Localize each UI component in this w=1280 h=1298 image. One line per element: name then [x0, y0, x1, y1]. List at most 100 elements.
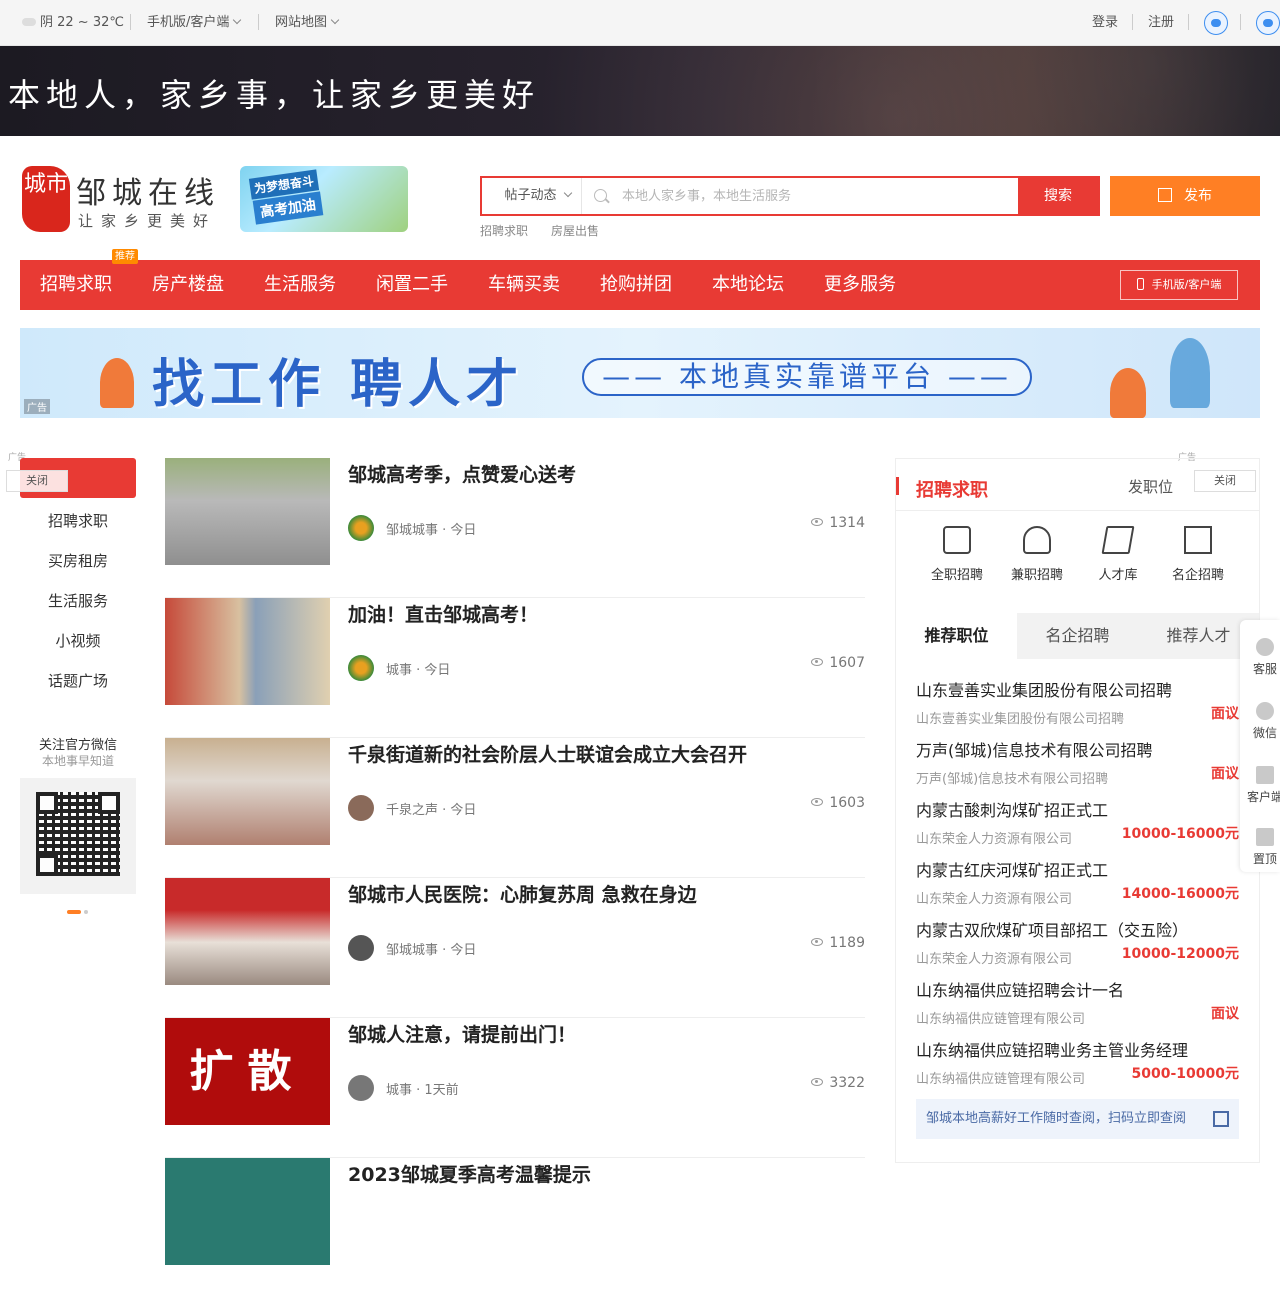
panel-title: 招聘求职 [916, 480, 988, 501]
login-link[interactable]: 登录 [1092, 14, 1118, 32]
qr-code-icon [1256, 766, 1274, 784]
search-box: 帖子动态 搜索 [480, 176, 1100, 216]
view-count: 1603 [811, 795, 865, 811]
job-item[interactable]: 内蒙古酸刺沟煤矿招正式工 山东荣金人力资源有限公司 10000-16000元 [916, 797, 1239, 847]
hot-search-link[interactable]: 房屋出售 [551, 222, 599, 239]
post-meta: 邹城城事 · 今日 [386, 523, 477, 538]
carousel-dots[interactable] [67, 899, 91, 918]
category-talent[interactable]: 人才库 [1078, 526, 1158, 583]
eye-icon [811, 798, 824, 806]
graduation-cap-icon [1101, 526, 1135, 554]
nav-item-groupbuy[interactable]: 抢购拼团 [600, 260, 672, 310]
chevron-down-icon [330, 15, 340, 25]
back-to-top-button[interactable]: 置顶 [1240, 828, 1280, 867]
close-ad-button[interactable]: 关闭 [6, 470, 68, 492]
headset-icon [1256, 638, 1274, 656]
logo-seal: 城市 [22, 166, 70, 232]
nav-item-life[interactable]: 生活服务 [264, 260, 336, 310]
post-title[interactable]: 邹城人注意，请提前出门！ [348, 1020, 576, 1047]
building-icon [1184, 526, 1212, 554]
nav-item-jobs[interactable]: 招聘求职 [40, 260, 112, 310]
eye-icon [811, 1078, 824, 1086]
user-clock-icon [1023, 526, 1051, 554]
search-button[interactable]: 搜索 [1018, 178, 1098, 214]
site-logo[interactable]: 城市 邹城在线 让家乡更美好 [22, 164, 222, 236]
post-title[interactable]: 加油！直击邹城高考！ [348, 600, 538, 627]
customer-service-button[interactable]: 客服 [1240, 638, 1280, 677]
wechat-button[interactable]: 微信 [1240, 702, 1280, 741]
scan-qr-banner[interactable]: 邹城本地高薪好工作随时查阅，扫码立即查阅 [916, 1099, 1239, 1139]
nav-item-secondhand[interactable]: 闲置二手 [376, 260, 448, 310]
top-bar: 阴 22 ~ 32℃ 手机版/客户端 网站地图 登录 注册 [0, 0, 1280, 46]
hero-banner: 本地人，家乡事，让家乡更美好 [0, 46, 1280, 136]
jobs-panel: 招聘求职 发职位 全职招聘 兼职招聘 人才库 名企招聘 推荐职位 名企招聘 推荐… [895, 458, 1260, 1163]
job-item[interactable]: 内蒙古双欣煤矿项目部招工（交五险） 山东荣金人力资源有限公司 10000-12000… [916, 917, 1239, 967]
nav-item-vehicles[interactable]: 车辆买卖 [488, 260, 560, 310]
mobile-app-button[interactable]: 手机版/客户端 [1120, 270, 1238, 300]
nav-item-more[interactable]: 更多服务 [824, 260, 896, 310]
avatar [348, 515, 374, 541]
category-fulltime[interactable]: 全职招聘 [917, 526, 997, 583]
post-title[interactable]: 邹城高考季，点赞爱心送考 [348, 460, 576, 487]
search-icon [594, 189, 607, 202]
eye-icon [811, 938, 824, 946]
tab-top-companies[interactable]: 名企招聘 [1017, 613, 1138, 659]
job-item[interactable]: 万声(邹城)信息技术有限公司招聘 万声(邹城)信息技术有限公司招聘 面议 [916, 737, 1239, 787]
search-input[interactable] [622, 178, 1017, 214]
post-job-link[interactable]: 发职位 [1128, 476, 1173, 497]
post-title[interactable]: 千泉街道新的社会阶层人士联谊会成立大会召开 [348, 740, 747, 767]
publish-button[interactable]: 发布 [1110, 176, 1260, 216]
list-item[interactable]: 2023邹城夏季高考温馨提示 [165, 1158, 865, 1298]
qq-icon[interactable] [1256, 11, 1280, 35]
nav-item-housing[interactable]: 房产楼盘 [152, 260, 224, 310]
list-item[interactable]: 千泉街道新的社会阶层人士联谊会成立大会召开 千泉之声 · 今日 1603 [165, 738, 865, 878]
search-category-select[interactable]: 帖子动态 [482, 178, 582, 214]
wechat-icon[interactable] [1204, 11, 1228, 35]
post-thumbnail[interactable]: 扩散 [165, 1018, 330, 1125]
sidebar-item-topics[interactable]: 话题广场 [20, 670, 136, 691]
nav-item-forum[interactable]: 本地论坛 [712, 260, 784, 310]
post-thumbnail[interactable] [165, 598, 330, 705]
sidebar-item-life[interactable]: 生活服务 [20, 590, 136, 611]
banner-slogan: 本地人，家乡事，让家乡更美好 [8, 76, 541, 114]
recruit-ad-banner[interactable]: 找工作 聘人才 —— 本地真实靠谱平台 —— 广告 [20, 328, 1260, 418]
post-title[interactable]: 邹城市人民医院：心肺复苏周 急救在身边 [348, 880, 697, 907]
post-thumbnail[interactable] [165, 878, 330, 985]
close-ad-button[interactable]: 关闭 [1194, 470, 1256, 492]
hot-search-link[interactable]: 招聘求职 [480, 222, 528, 239]
job-item[interactable]: 山东壹善实业集团股份有限公司招聘 山东壹善实业集团股份有限公司招聘 面议 [916, 677, 1239, 727]
post-thumbnail[interactable] [165, 1158, 330, 1265]
job-item[interactable]: 山东纳福供应链招聘会计一名 山东纳福供应链管理有限公司 面议 [916, 977, 1239, 1027]
view-count: 1314 [811, 515, 865, 531]
sidebar-item-video[interactable]: 小视频 [20, 630, 136, 651]
list-item[interactable]: 邹城市人民医院：心肺复苏周 急救在身边 邹城城事 · 今日 1189 [165, 878, 865, 1018]
view-count: 3322 [811, 1075, 865, 1091]
category-companies[interactable]: 名企招聘 [1158, 526, 1238, 583]
sitemap-link[interactable]: 网站地图 [275, 14, 340, 32]
arrow-up-icon [1256, 828, 1274, 846]
qr-code-icon [1213, 1111, 1229, 1127]
avatar [348, 935, 374, 961]
post-thumbnail[interactable] [165, 738, 330, 845]
job-item[interactable]: 内蒙古红庆河煤矿招正式工 山东荣金人力资源有限公司 14000-16000元 [916, 857, 1239, 907]
list-item[interactable]: 扩散 邹城人注意，请提前出门！ 城事 · 1天前 3322 [165, 1018, 865, 1158]
weather: 阴 22 ~ 32℃ [22, 14, 124, 32]
list-item[interactable]: 邹城高考季，点赞爱心送考 邹城城事 · 今日 1314 [165, 458, 865, 598]
job-item[interactable]: 山东纳福供应链招聘业务主管业务经理 山东纳福供应链管理有限公司 5000-10000… [916, 1037, 1239, 1087]
gaokao-promo-image[interactable]: 为梦想奋斗 高考加油 [240, 166, 408, 232]
client-app-button[interactable]: 客户端 [1240, 766, 1280, 805]
sidebar-item-housing[interactable]: 买房租房 [20, 550, 136, 571]
wechat-follow-sub: 本地事早知道 [41, 754, 114, 768]
sidebar-item-jobs[interactable]: 招聘求职 [20, 510, 136, 531]
post-thumbnail[interactable] [165, 458, 330, 565]
site-tagline: 让家乡更美好 [78, 212, 217, 230]
tab-recommended-jobs[interactable]: 推荐职位 [896, 613, 1017, 659]
mobile-link[interactable]: 手机版/客户端 [147, 14, 242, 32]
post-meta: 邹城城事 · 今日 [386, 943, 477, 958]
post-title[interactable]: 2023邹城夏季高考温馨提示 [348, 1160, 591, 1187]
category-parttime[interactable]: 兼职招聘 [997, 526, 1077, 583]
list-item[interactable]: 加油！直击邹城高考！ 城事 · 今日 1607 [165, 598, 865, 738]
register-link[interactable]: 注册 [1148, 14, 1174, 32]
floating-toolbar: 客服 微信 客户端 置顶 [1240, 620, 1280, 872]
chevron-down-icon [233, 15, 242, 25]
